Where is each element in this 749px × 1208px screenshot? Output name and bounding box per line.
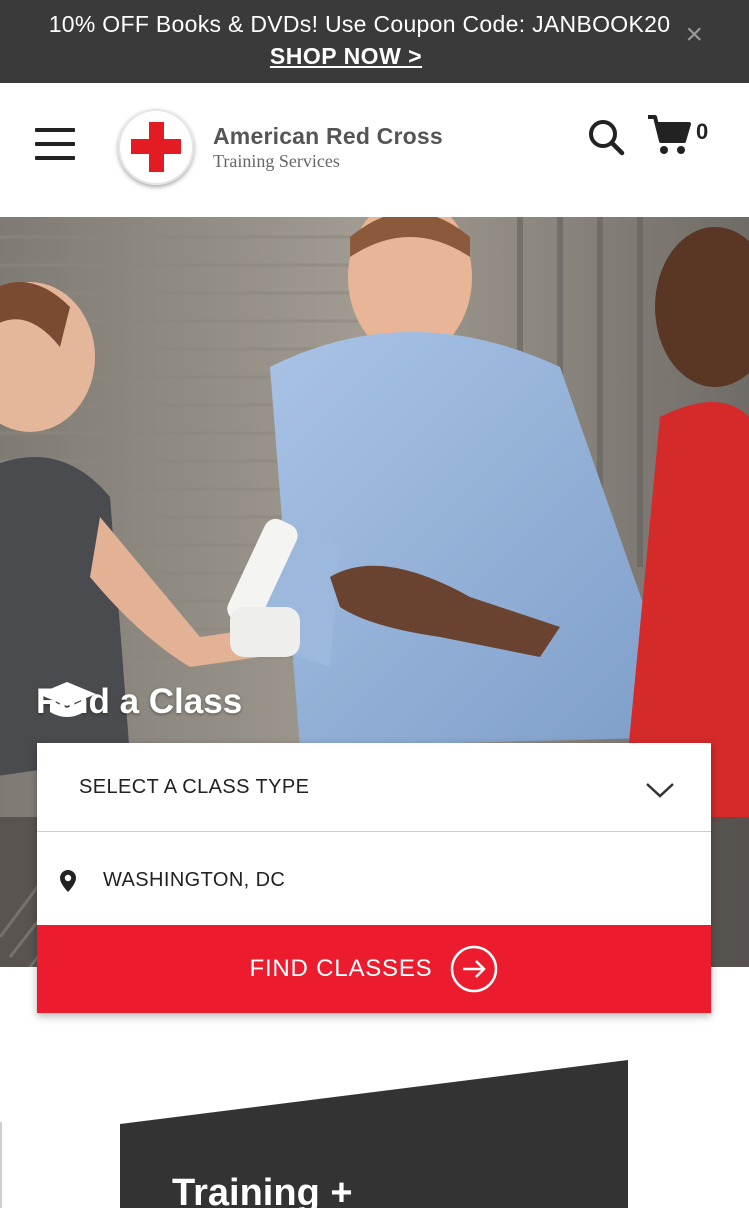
find-classes-label: FIND CLASSES [249,955,433,982]
divider [0,1122,2,1208]
cart-count: 0 [696,119,709,144]
search-icon[interactable] [586,117,626,157]
menu-icon[interactable] [35,128,75,160]
shop-now-link[interactable]: SHOP NOW > [0,42,692,70]
find-class-heading: Find a Class [36,680,242,724]
graduation-cap-icon [38,682,96,717]
logo[interactable]: American Red Cross Training Services [118,109,458,189]
logo-title: American Red Cross [213,123,443,149]
location-field[interactable]: WASHINGTON, DC [37,832,711,925]
chevron-down-icon [646,783,674,798]
logo-subtitle: Training Services [213,151,340,171]
site-header: American Red Cross Training Services 0 [0,83,749,217]
find-class-form: SELECT A CLASS TYPE WASHINGTON, DC FIND … [37,743,711,1013]
red-cross-logo-icon [118,109,194,185]
cart-icon [648,115,691,154]
class-type-label: SELECT A CLASS TYPE [79,776,310,798]
close-icon[interactable]: × [685,20,703,50]
location-pin-icon [60,870,76,892]
promo-text: 10% OFF Books & DVDs! Use Coupon Code: J… [48,11,671,37]
find-classes-button[interactable]: FIND CLASSES [37,925,711,1013]
location-value: WASHINGTON, DC [103,869,286,891]
promo-banner: 10% OFF Books & DVDs! Use Coupon Code: J… [0,0,749,83]
arrow-right-circle-icon [451,945,498,993]
class-type-select[interactable]: SELECT A CLASS TYPE [37,743,711,832]
cart-button[interactable]: 0 [646,113,722,157]
feature-title: Training + [172,1172,353,1208]
